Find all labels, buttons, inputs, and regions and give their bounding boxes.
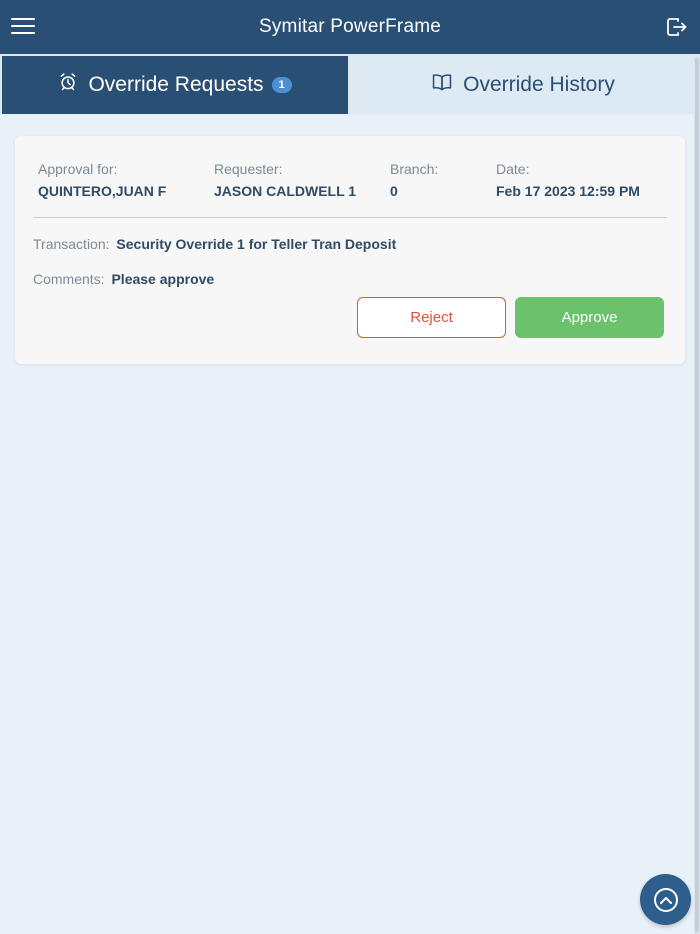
date-value: Feb 17 2023 12:59 PM xyxy=(496,183,640,199)
scroll-to-top-button[interactable] xyxy=(640,874,691,925)
branch-field: Branch: 0 xyxy=(390,161,438,199)
approval-for-value: QUINTERO,JUAN F xyxy=(38,183,167,199)
comments-row: Comments: Please approve xyxy=(33,271,214,287)
scrollbar-thumb[interactable] xyxy=(695,58,699,932)
tab-bar: Override Requests 1 Override History xyxy=(0,54,700,114)
comments-label: Comments: xyxy=(33,271,105,287)
approve-button[interactable]: Approve xyxy=(515,297,664,338)
app-header: Symitar PowerFrame xyxy=(0,0,700,54)
requester-value: JASON CALDWELL 1 xyxy=(214,183,357,199)
date-label: Date: xyxy=(496,161,530,177)
comments-value: Please approve xyxy=(111,271,215,287)
branch-label: Branch: xyxy=(390,161,439,177)
requester-field: Requester: JASON CALDWELL 1 xyxy=(214,161,356,199)
transaction-label: Transaction: xyxy=(33,236,110,252)
logout-icon[interactable] xyxy=(664,15,688,39)
transaction-value: Security Override 1 for Teller Tran Depo… xyxy=(116,236,397,252)
transaction-row: Transaction: Security Override 1 for Tel… xyxy=(33,236,396,252)
date-field: Date: Feb 17 2023 12:59 PM xyxy=(496,161,640,199)
requester-label: Requester: xyxy=(214,161,283,177)
tab-override-history[interactable]: Override History xyxy=(350,56,696,114)
tab-override-requests[interactable]: Override Requests 1 xyxy=(2,56,348,114)
hamburger-menu-icon[interactable] xyxy=(10,15,36,37)
alarm-clock-icon xyxy=(58,72,78,98)
open-book-icon xyxy=(431,72,453,98)
chevron-up-icon xyxy=(653,887,678,912)
approval-for-field: Approval for: QUINTERO,JUAN F xyxy=(38,161,166,199)
request-count-badge: 1 xyxy=(271,77,292,93)
override-request-card: Approval for: QUINTERO,JUAN F Requester:… xyxy=(15,136,685,364)
tab-label: Override Requests xyxy=(88,73,264,96)
branch-value: 0 xyxy=(390,183,398,199)
reject-button[interactable]: Reject xyxy=(357,297,506,338)
app-title: Symitar PowerFrame xyxy=(258,16,442,37)
tab-label: Override History xyxy=(463,73,615,96)
divider xyxy=(33,217,667,218)
approval-for-label: Approval for: xyxy=(38,161,118,177)
